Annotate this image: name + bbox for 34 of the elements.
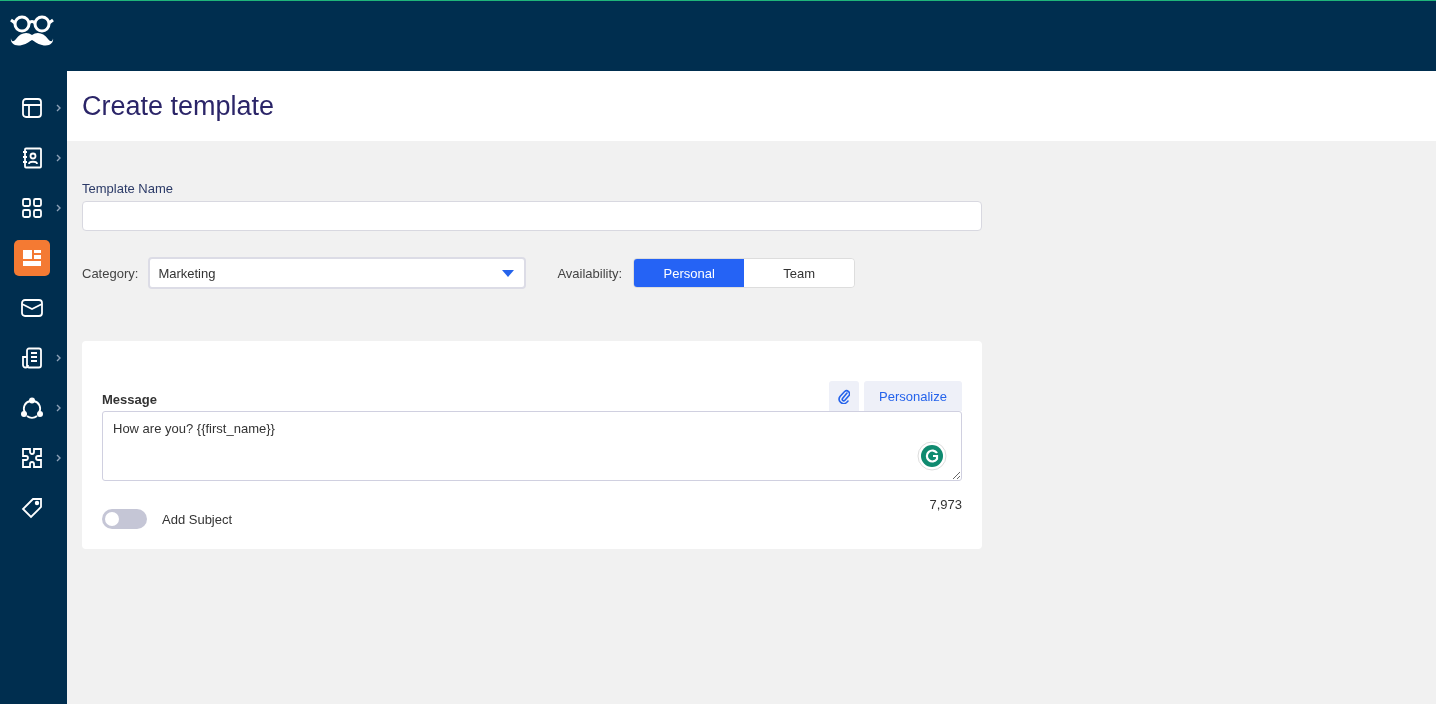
tag-icon: [21, 497, 43, 519]
availability-option[interactable]: Team: [744, 259, 855, 287]
personalize-button[interactable]: Personalize: [864, 381, 962, 411]
chevron-right-icon: [56, 154, 61, 162]
chevron-right-icon: [56, 354, 61, 362]
template-name-field[interactable]: [82, 201, 982, 231]
chevron-right-icon: [56, 454, 61, 462]
page-title: Create template: [82, 90, 275, 122]
availability-label: Availability:: [557, 265, 623, 281]
chevron-right-icon: [56, 104, 61, 112]
chevron-right-icon: [56, 404, 61, 412]
network-icon: [20, 397, 44, 419]
chevron-right-icon: [56, 204, 61, 212]
template-icon: [22, 248, 42, 268]
attach-button[interactable]: [829, 381, 860, 411]
puzzle-icon: [21, 447, 43, 469]
paperclip-icon: [838, 388, 851, 404]
character-count: 7,973: [929, 497, 962, 512]
glasses-mustache-logo-icon[interactable]: [10, 13, 54, 49]
envelope-icon: [21, 299, 43, 317]
category-dropdown[interactable]: Marketing: [148, 257, 527, 289]
grid-icon: [21, 197, 43, 219]
category-label: Category:: [82, 265, 139, 281]
message-field[interactable]: How are you? {{first_name}}: [102, 411, 962, 481]
availability-option[interactable]: Personal: [634, 259, 745, 287]
grammar-assistant-icon[interactable]: [917, 441, 947, 471]
template-name-label: Template Name: [82, 181, 175, 196]
caret-down-icon: [502, 269, 515, 277]
add-subject-toggle[interactable]: [102, 509, 147, 529]
message-label: Message: [102, 392, 157, 409]
add-subject-label: Add Subject: [162, 511, 233, 527]
newspaper-icon: [21, 347, 43, 369]
contact-book-icon: [21, 147, 43, 169]
layout-icon: [21, 97, 43, 119]
